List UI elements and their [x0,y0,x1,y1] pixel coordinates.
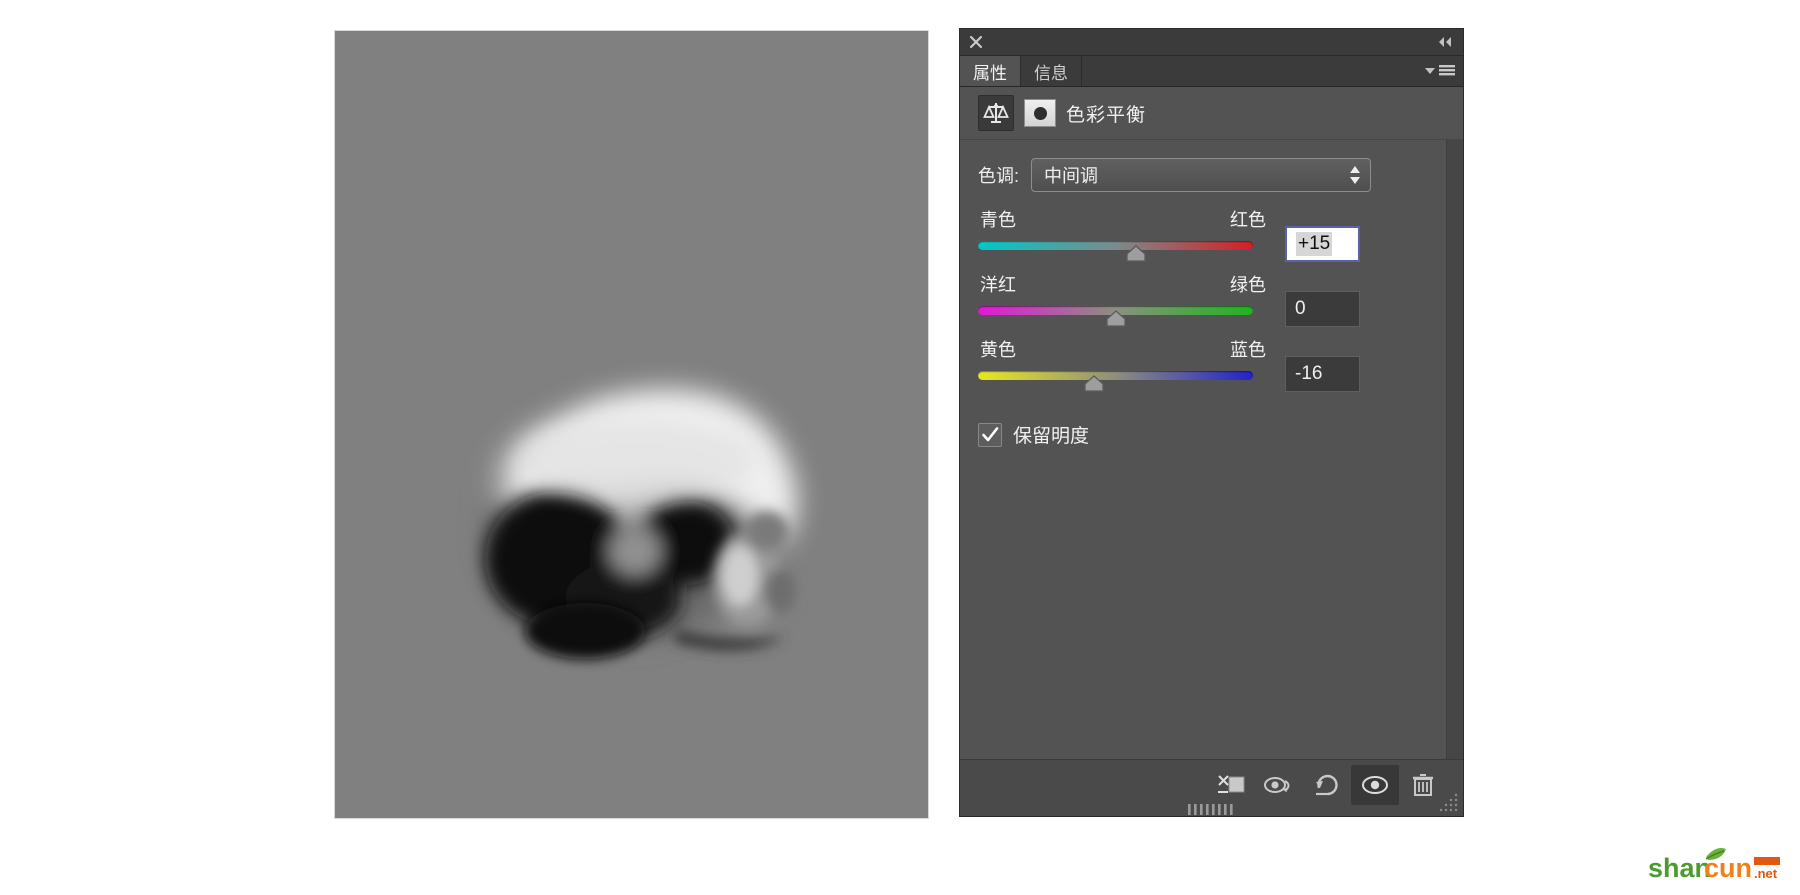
slider-magenta-green-value-input[interactable]: 0 [1285,291,1360,327]
panel-tabs[interactable]: 属性 信息 [960,56,1463,87]
slider-yellow-blue-right-label: 蓝色 [1230,340,1266,360]
reset-icon[interactable] [1303,765,1351,805]
panel-footer [960,759,1463,816]
watermark-text-first: shan [1648,853,1711,883]
clip-to-layer-icon[interactable] [1207,765,1255,805]
slider-magenta-green-value: 0 [1295,298,1306,319]
slider-yellow-blue: 黄色 蓝色 -16 [978,336,1463,395]
watermark-logo: shan cun .net [1648,845,1793,887]
slider-cyan-red: 青色 红色 +15 [978,206,1463,265]
slider-yellow-blue-track[interactable] [978,371,1253,380]
slider-cyan-red-right-label: 红色 [1230,210,1266,230]
tab-info-label: 信息 [1034,63,1068,83]
slider-yellow-blue-value: -16 [1295,363,1323,384]
image-canvas[interactable] [335,31,928,818]
tab-info[interactable]: 信息 [1021,56,1082,86]
slider-cyan-red-handle[interactable] [1125,245,1147,262]
properties-panel[interactable]: 属性 信息 色彩平衡 色调: 中间调 青色 红色 +15 洋红 绿色 0 黄色 … [959,28,1464,817]
tab-properties-label: 属性 [973,63,1007,83]
adjustment-title: 色彩平衡 [1066,104,1147,126]
slider-magenta-green-left-label: 洋红 [980,275,1016,295]
panel-body: 色调: 中间调 青色 红色 +15 洋红 绿色 0 黄色 蓝色 -16 保留明度 [960,140,1463,761]
slider-cyan-red-value: +15 [1296,232,1333,256]
layer-mask-thumbnail[interactable] [1024,99,1056,127]
preserve-luminosity-label: 保留明度 [1013,426,1090,447]
watermark-suffix: .net [1754,866,1778,881]
tab-properties[interactable]: 属性 [960,56,1021,86]
balance-scale-icon[interactable] [978,95,1014,131]
tone-row: 色调: 中间调 [960,140,1463,192]
preserve-luminosity-checkbox[interactable] [978,422,1002,447]
panel-menu-icon[interactable] [1423,62,1457,80]
slider-cyan-red-left-label: 青色 [980,210,1016,230]
collapse-double-chevron-icon[interactable] [1435,34,1455,50]
close-icon[interactable] [968,34,984,50]
resize-grip-icon[interactable] [1439,792,1459,812]
slider-magenta-green-handle[interactable] [1105,310,1127,327]
document-window[interactable] [335,31,928,818]
panel-titlebar[interactable] [960,29,1463,56]
preserve-luminosity-row[interactable]: 保留明度 [960,401,1463,448]
color-balance-sliders: 青色 红色 +15 洋红 绿色 0 黄色 蓝色 -16 [960,192,1463,395]
slider-cyan-red-value-input[interactable]: +15 [1285,226,1360,262]
stepper-arrows-icon[interactable] [1348,164,1362,186]
panel-scrollbar[interactable] [1446,140,1463,761]
slider-yellow-blue-handle[interactable] [1083,375,1105,392]
slider-magenta-green: 洋红 绿色 0 [978,271,1463,330]
checkmark-icon [982,426,999,441]
view-previous-state-icon[interactable] [1255,765,1303,805]
slider-cyan-red-track[interactable] [978,241,1253,250]
mask-dot-icon [1033,106,1047,120]
drag-grip-icon[interactable] [1186,802,1238,815]
skull-image [335,31,928,818]
tone-select-value: 中间调 [1044,166,1099,186]
tone-label: 色调: [978,166,1020,186]
slider-yellow-blue-value-input[interactable]: -16 [1285,356,1360,392]
eye-visibility-icon[interactable] [1351,765,1399,805]
slider-magenta-green-right-label: 绿色 [1230,275,1266,295]
tone-select[interactable]: 中间调 [1031,158,1372,192]
slider-yellow-blue-left-label: 黄色 [980,340,1016,360]
adjustment-header: 色彩平衡 [960,87,1463,140]
